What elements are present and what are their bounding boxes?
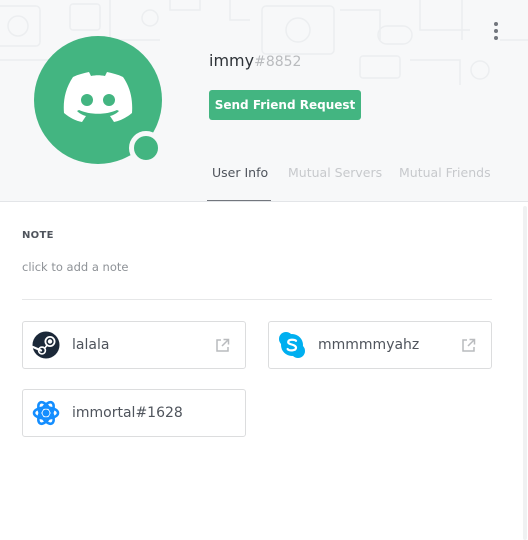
discriminator: #8852 [254,54,302,70]
profile-tabs: User Info Mutual Servers Mutual Friends [207,160,491,201]
connected-account-steam[interactable]: lalala [22,321,246,369]
connected-account-skype[interactable]: mmmmmyahz [268,321,492,369]
external-link-icon[interactable] [215,338,230,353]
account-name: immortal#1628 [72,405,183,421]
tab-mutual-friends[interactable]: Mutual Friends [399,160,491,201]
note-input[interactable]: click to add a note [22,260,492,276]
discord-logo-svg [63,72,133,122]
username: immy#8852 [209,51,301,72]
external-link-icon[interactable] [461,338,476,353]
skype-icon [279,332,305,358]
note-label: NOTE [22,230,54,241]
more-options-icon[interactable] [486,20,506,42]
connected-account-battlenet[interactable]: immortal#1628 [22,389,246,437]
account-name: lalala [72,337,110,353]
scrollbar[interactable] [523,206,527,540]
avatar[interactable] [34,36,163,165]
divider [22,299,492,300]
tab-mutual-servers[interactable]: Mutual Servers [288,160,382,201]
send-friend-request-button[interactable]: Send Friend Request [209,90,361,120]
profile-header: immy#8852 Send Friend Request User Info … [0,0,528,202]
username-text: immy [209,51,255,70]
online-status-indicator [129,131,163,165]
account-name: mmmmmyahz [318,337,420,353]
battlenet-icon [32,400,60,426]
tab-user-info[interactable]: User Info [207,160,271,201]
steam-icon [32,331,60,359]
